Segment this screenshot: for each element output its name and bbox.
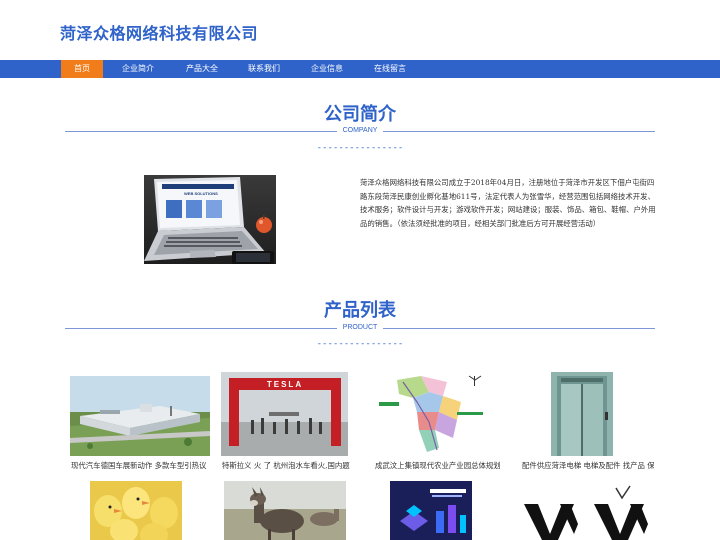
product-image-factory bbox=[70, 376, 210, 456]
about-dashes: ---------------- bbox=[316, 143, 404, 153]
product-card[interactable] bbox=[520, 484, 660, 540]
nav-item-products[interactable]: 产品大全 bbox=[180, 60, 224, 78]
product-caption: 特斯拉义 火 了 杭州泡水车看火,国内题败 bbox=[222, 461, 350, 470]
product-image-donkeys bbox=[224, 481, 346, 540]
product-caption: 成武汶上集镇现代农业产业园总体规划 bbox=[375, 461, 501, 470]
about-laptop-photo: WEB SOLUTIONS bbox=[144, 175, 276, 264]
nav-item-company-intro[interactable]: 企业简介 bbox=[116, 60, 160, 78]
product-image-tech-banner bbox=[390, 481, 472, 540]
product-card[interactable] bbox=[90, 481, 182, 540]
main-nav: 首页 企业简介 产品大全 联系我们 企业信息 在线留言 bbox=[0, 60, 720, 78]
site-header: 菏泽众格网络科技有限公司 bbox=[0, 0, 720, 60]
about-description: 菏泽众格网络科技有限公司成立于2018年04月日，注册地位于菏泽市开发区下佃户屯… bbox=[360, 178, 656, 228]
site-logo[interactable]: 菏泽众格网络科技有限公司 bbox=[60, 20, 258, 44]
laptop-illustration: WEB SOLUTIONS bbox=[144, 175, 276, 264]
product-caption: 配件供应菏泽电梯 电梯及配件 找产品 保 bbox=[522, 461, 654, 470]
products-dashes: ---------------- bbox=[316, 339, 404, 349]
product-caption: 现代汽车德国车展新动作 多款车型引热议 bbox=[71, 461, 207, 470]
nav-item-contact[interactable]: 联系我们 bbox=[242, 60, 286, 78]
nav-item-home[interactable]: 首页 bbox=[61, 60, 103, 78]
product-card[interactable]: 成武汶上集镇现代农业产业园总体规划 bbox=[372, 372, 502, 472]
products-subtitle: PRODUCT bbox=[342, 324, 378, 331]
products-title: 产品列表 bbox=[324, 300, 396, 321]
product-image-ww-logo bbox=[520, 484, 660, 540]
tesla-sign-text: TESLA bbox=[267, 380, 303, 389]
product-card[interactable]: TESLA 特斯拉义 火 了 杭州泡水车看火,国内题败 bbox=[220, 372, 350, 472]
about-title: 公司简介 bbox=[324, 104, 396, 125]
product-image-plan-map bbox=[377, 372, 489, 456]
product-card[interactable]: 配件供应菏泽电梯 电梯及配件 找产品 保 bbox=[520, 372, 655, 472]
product-card[interactable]: 现代汽车德国车展新动作 多款车型引热议 bbox=[68, 372, 213, 472]
product-image-ducklings bbox=[90, 481, 182, 540]
product-card[interactable] bbox=[224, 481, 346, 540]
product-image-elevator bbox=[551, 372, 613, 456]
laptop-screen-text: WEB SOLUTIONS bbox=[184, 191, 218, 196]
nav-item-message[interactable]: 在线留言 bbox=[368, 60, 412, 78]
product-card[interactable] bbox=[390, 481, 472, 540]
about-subtitle: COMPANY bbox=[342, 127, 378, 134]
product-image-tesla-gate: TESLA bbox=[221, 372, 348, 456]
nav-item-company-info[interactable]: 企业信息 bbox=[305, 60, 349, 78]
